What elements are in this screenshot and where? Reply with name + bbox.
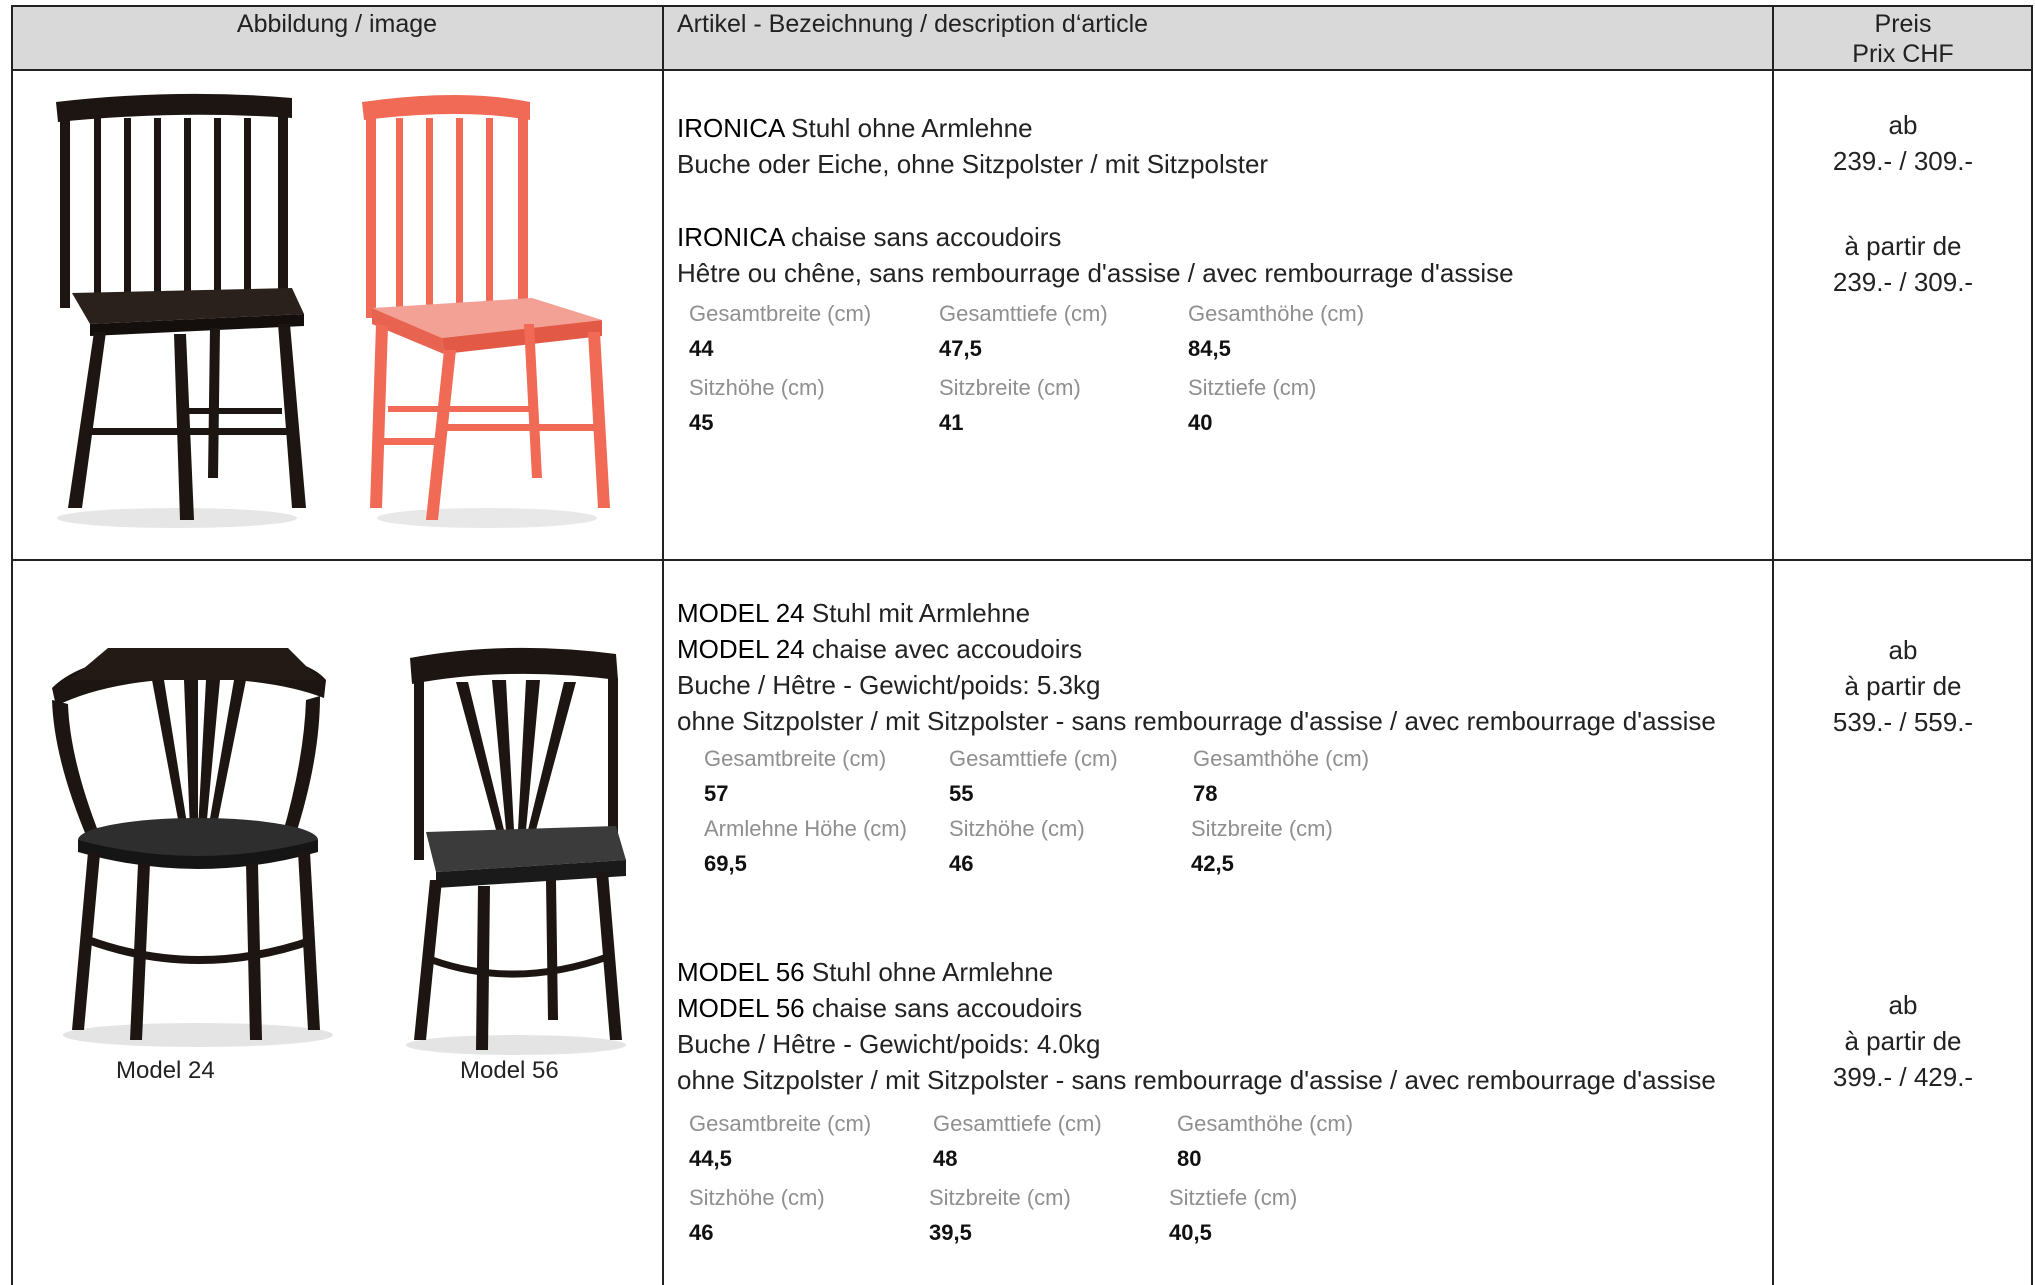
model-56-fr-product-name: MODEL 56 <box>677 993 805 1023</box>
model-24-dim-label: Sitzhöhe (cm) <box>949 816 1085 841</box>
table-border-left <box>11 5 13 1285</box>
model-56-price-prefix-de: ab <box>1888 990 1918 1020</box>
model-24-dim-value: 69,5 <box>704 851 747 876</box>
model-24-dim-value: 42,5 <box>1191 851 1234 876</box>
ironica-dim-label: Sitzhöhe (cm) <box>689 375 825 400</box>
ironica-fr-product-type: chaise sans accoudoirs <box>783 222 1062 252</box>
model-24-de-product-type: Stuhl mit Armlehne <box>804 598 1031 628</box>
model-24-price-value: 539.- / 559.- <box>1832 707 1974 737</box>
ironica-dim-label: Gesamtbreite (cm) <box>689 301 872 326</box>
model-24-dim-value: 55 <box>949 781 974 806</box>
model-56-material-weight: Buche / Hêtre - Gewicht/poids: 4.0kg <box>677 1029 1101 1059</box>
table-border-top <box>11 5 2033 7</box>
ironica-dim-value: 45 <box>689 410 714 435</box>
model-56-dim-label: Sitztiefe (cm) <box>1169 1185 1298 1210</box>
model-56-dim-label: Sitzhöhe (cm) <box>689 1185 825 1210</box>
model-24-dim-label: Armlehne Höhe (cm) <box>704 816 907 841</box>
header-divider <box>11 69 2033 71</box>
ironica-price-fr-value: 239.- / 309.- <box>1832 267 1974 297</box>
model-56-fr-product-type: chaise sans accoudoirs <box>804 993 1083 1023</box>
header-image-label: Abbildung / image <box>236 10 438 38</box>
model-56-dim-label: Gesamthöhe (cm) <box>1177 1111 1354 1136</box>
ironica-dim-value: 84,5 <box>1188 336 1231 361</box>
header-price-currency: Prix CHF <box>1852 40 1954 68</box>
model-56-de-product-name: MODEL 56 <box>677 957 805 987</box>
model-56-dim-label: Sitzbreite (cm) <box>929 1185 1071 1210</box>
model-24-dim-label: Sitzbreite (cm) <box>1191 816 1333 841</box>
model-56-dim-value: 80 <box>1177 1146 1202 1171</box>
ironica-dim-label: Gesamthöhe (cm) <box>1188 301 1365 326</box>
ironica-dim-label: Sitzbreite (cm) <box>939 375 1081 400</box>
model-56-dim-value: 39,5 <box>929 1220 972 1245</box>
row-divider <box>11 559 2033 561</box>
model-24-fr-product-type: chaise avec accoudoirs <box>804 634 1083 664</box>
ironica-dim-value: 40 <box>1188 410 1213 435</box>
ironica-dim-value: 44 <box>689 336 714 361</box>
ironica-de-product-name: IRONICA <box>677 113 784 143</box>
ironica-fr-material: Hêtre ou chêne, sans rembourrage d'assis… <box>677 258 1514 288</box>
model-56-dim-value: 48 <box>933 1146 958 1171</box>
ironica-dim-label: Gesamttiefe (cm) <box>939 301 1108 326</box>
ironica-de-title-line: IRONICA Stuhl ohne Armlehne <box>677 113 1033 144</box>
model-24-dim-label: Gesamttiefe (cm) <box>949 746 1118 771</box>
ironica-red-chair-image <box>362 95 610 528</box>
model-24-price-prefix-fr: à partir de <box>1844 671 1962 701</box>
model-56-de-product-type: Stuhl ohne Armlehne <box>804 957 1054 987</box>
model-24-fr-product-name: MODEL 24 <box>677 634 805 664</box>
ironica-de-product-type: Stuhl ohne Armlehne <box>783 113 1033 143</box>
model-24-material-weight: Buche / Hêtre - Gewicht/poids: 5.3kg <box>677 670 1101 700</box>
model-56-caption: Model 56 <box>460 1057 559 1084</box>
ironica-dim-label: Sitztiefe (cm) <box>1188 375 1317 400</box>
ironica-price-fr-prefix: à partir de <box>1844 231 1962 261</box>
header-description-label: Artikel - Bezeichnung / description d‘ar… <box>677 10 1149 38</box>
model-24-dim-value: 57 <box>704 781 729 806</box>
model-24-caption: Model 24 <box>116 1057 215 1084</box>
model-24-dim-value: 78 <box>1193 781 1218 806</box>
ironica-dim-value: 47,5 <box>939 336 982 361</box>
model-56-dim-value: 44,5 <box>689 1146 732 1171</box>
ironica-fr-product-name: IRONICA <box>677 222 784 252</box>
model-56-de-title-line: MODEL 56 Stuhl ohne Armlehne <box>677 957 1053 988</box>
model-24-de-title-line: MODEL 24 Stuhl mit Armlehne <box>677 598 1030 629</box>
model-24-price-prefix-de: ab <box>1888 635 1918 665</box>
model-24-dim-label: Gesamthöhe (cm) <box>1193 746 1370 771</box>
ironica-de-material: Buche oder Eiche, ohne Sitzpolster / mit… <box>677 149 1269 179</box>
ironica-price-de-value: 239.- / 309.- <box>1832 146 1974 176</box>
model-24-upholstery: ohne Sitzpolster / mit Sitzpolster - san… <box>677 706 1716 736</box>
model-24-dim-value: 46 <box>949 851 974 876</box>
model-24-dim-label: Gesamtbreite (cm) <box>704 746 887 771</box>
header-price-label: Preis <box>1874 10 1932 38</box>
ironica-price-de-prefix: ab <box>1888 110 1918 140</box>
price-list-sheet: Abbildung / image Artikel - Bezeichnung … <box>0 0 2035 1285</box>
ironica-dim-value: 41 <box>939 410 964 435</box>
model-56-fr-title-line: MODEL 56 chaise sans accoudoirs <box>677 993 1082 1024</box>
model-56-price-prefix-fr: à partir de <box>1844 1026 1962 1056</box>
ironica-fr-title-line: IRONICA chaise sans accoudoirs <box>677 222 1061 253</box>
model-24-de-product-name: MODEL 24 <box>677 598 805 628</box>
model-56-upholstery: ohne Sitzpolster / mit Sitzpolster - san… <box>677 1065 1716 1095</box>
column-divider-1 <box>662 5 664 1285</box>
model-56-dim-value: 40,5 <box>1169 1220 1212 1245</box>
model-56-price-value: 399.- / 429.- <box>1832 1062 1974 1092</box>
ironica-black-chair-image <box>56 93 306 528</box>
model-56-dim-value: 46 <box>689 1220 714 1245</box>
model-24-fr-title-line: MODEL 24 chaise avec accoudoirs <box>677 634 1082 665</box>
model-56-dim-label: Gesamtbreite (cm) <box>689 1111 872 1136</box>
model-56-dim-label: Gesamttiefe (cm) <box>933 1111 1102 1136</box>
model-24-chair-image <box>52 648 333 1047</box>
model-56-chair-image <box>406 647 626 1055</box>
